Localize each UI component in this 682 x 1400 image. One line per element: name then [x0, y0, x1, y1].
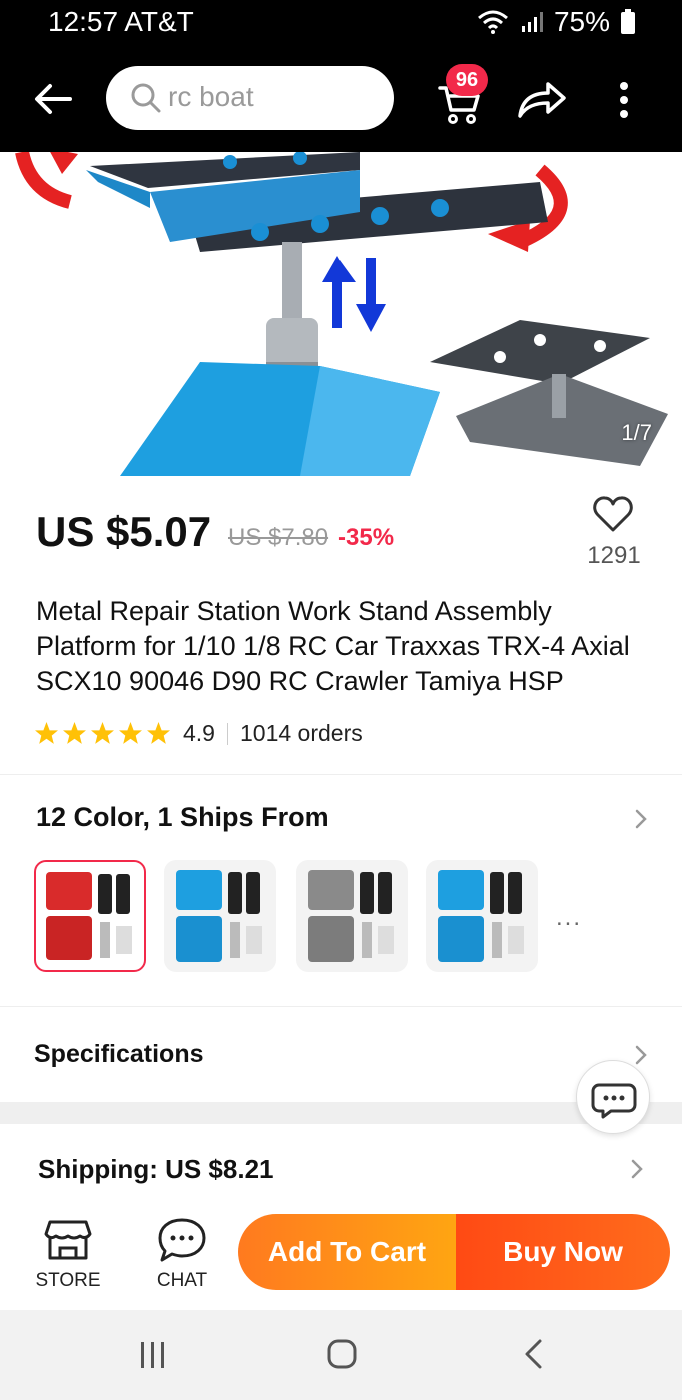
current-price: US $5.07 [36, 508, 212, 555]
variant-thumbnail[interactable] [296, 860, 408, 972]
rating-row[interactable]: 4.9 1014 orders [34, 720, 363, 747]
wishlist-count: 1291 [587, 542, 641, 569]
chat-bubble-icon [591, 1083, 637, 1119]
battery-icon [621, 9, 635, 34]
status-icons: 75% [476, 6, 636, 38]
home-icon[interactable] [326, 1338, 358, 1370]
search-input[interactable]: rc boat [106, 66, 394, 130]
status-bar: 12:57 AT&T 75% [0, 0, 682, 46]
bottom-action-bar: STORE CHAT Add To Cart Buy Now [0, 1200, 682, 1310]
top-header: rc boat 96 [0, 46, 682, 152]
specifications-title[interactable]: Specifications [34, 1040, 204, 1069]
star-icon [63, 722, 86, 744]
star-icon [119, 722, 142, 744]
star-icon [35, 722, 58, 744]
variant-thumbnail[interactable] [164, 860, 276, 972]
rating-value: 4.9 [183, 720, 215, 746]
system-nav-bar [0, 1310, 682, 1400]
section-divider [0, 1006, 682, 1007]
cart-count-badge: 96 [446, 64, 488, 96]
variant-image [46, 872, 132, 960]
chat-icon [158, 1218, 206, 1262]
orders-count: 1014 orders [239, 720, 363, 746]
share-icon[interactable] [514, 78, 568, 122]
recent-apps-icon[interactable] [138, 1340, 168, 1370]
more-options-icon[interactable] [612, 80, 636, 120]
star-icon [147, 722, 170, 744]
variant-image [176, 870, 262, 962]
product-photo [15, 152, 668, 476]
variant-image [438, 870, 524, 962]
store-button[interactable]: STORE [30, 1214, 106, 1294]
buy-now-button[interactable]: Buy Now [456, 1214, 670, 1290]
star-icon [91, 722, 114, 744]
section-divider [0, 774, 682, 775]
original-price: US $7.80 [228, 524, 329, 551]
discount-badge: -35% [338, 524, 395, 551]
rating-divider [226, 722, 228, 745]
chat-label: CHAT [156, 1270, 208, 1291]
search-icon [131, 83, 161, 113]
battery-percent: 75% [553, 6, 610, 37]
store-icon [44, 1220, 92, 1260]
product-title: Metal Repair Station Work Stand Assembly… [36, 596, 630, 696]
heart-icon[interactable] [592, 494, 634, 534]
product-image-gallery[interactable]: 1/7 [0, 152, 682, 476]
more-variants[interactable]: ... [556, 904, 582, 932]
signal-icon [521, 12, 543, 32]
search-placeholder: rc boat [168, 81, 254, 112]
system-back-icon[interactable] [522, 1338, 544, 1370]
variant-thumbnail[interactable] [426, 860, 538, 972]
variant-image [308, 870, 394, 962]
chevron-right-icon[interactable] [634, 808, 648, 830]
back-arrow-icon[interactable] [30, 76, 76, 122]
variant-section-title[interactable]: 12 Color, 1 Ships From [36, 802, 329, 833]
wifi-icon [477, 10, 508, 34]
store-label: STORE [35, 1270, 101, 1291]
add-to-cart-button[interactable]: Add To Cart [238, 1214, 456, 1290]
chat-button[interactable]: CHAT [144, 1214, 220, 1294]
floating-chat-button[interactable] [576, 1060, 650, 1134]
star-rating [34, 721, 171, 746]
image-counter: 1/7 [621, 420, 652, 445]
variant-thumbnail[interactable] [34, 860, 146, 972]
status-time: 12:57 AT&T [48, 6, 194, 37]
shipping-title[interactable]: Shipping: US $8.21 [38, 1154, 274, 1185]
chevron-right-icon[interactable] [630, 1158, 644, 1180]
